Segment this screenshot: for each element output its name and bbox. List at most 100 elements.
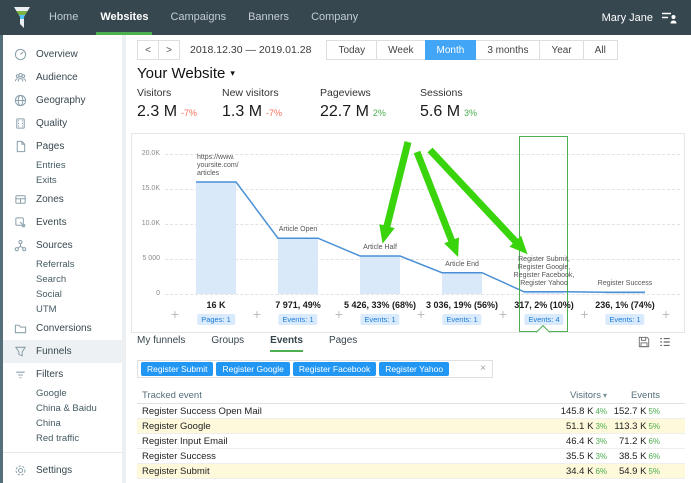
stage-badge[interactable]: Pages: 1 (197, 314, 235, 325)
top-navbar: Home Websites Campaigns Banners Company … (0, 0, 691, 35)
y-axis-tick: 5 000 (132, 255, 160, 262)
sidebar-label: Audience (36, 72, 78, 83)
events-delta: 5% (648, 422, 660, 431)
date-range[interactable]: 2018.12.30 — 2019.01.28 (190, 44, 311, 56)
sidebar-item-filters[interactable]: Filters (3, 363, 122, 386)
sidebar-item-pages[interactable]: Pages (3, 135, 122, 158)
range-week-button[interactable]: Week (376, 40, 425, 60)
filter-chip-register-submit[interactable]: Register Submit (141, 362, 213, 376)
funnel-bar-1[interactable] (196, 182, 236, 294)
sidebar-item-conversions[interactable]: Conversions (3, 317, 122, 340)
audience-icon (14, 71, 27, 84)
site-selector[interactable]: Your Website▾ (137, 65, 235, 82)
main-nav: Home Websites Campaigns Banners Company (38, 0, 369, 35)
save-funnel-icon[interactable] (638, 336, 650, 348)
nav-banners[interactable]: Banners (237, 0, 300, 35)
gridline (165, 189, 680, 190)
nav-home[interactable]: Home (38, 0, 89, 35)
stage-badge[interactable]: Events: 1 (605, 314, 644, 325)
tab-my-funnels[interactable]: My funnels (137, 335, 185, 352)
user-name[interactable]: Mary Jane (602, 12, 653, 24)
events-delta: 6% (648, 452, 660, 461)
add-stage-button[interactable]: + (171, 306, 179, 322)
metric-delta: -7% (181, 108, 197, 118)
add-stage-button[interactable]: + (417, 306, 425, 322)
metric-visitors: Visitors 2.3 M-7% (137, 87, 222, 121)
funnel-bar-6[interactable] (605, 292, 645, 294)
visitors-value: 145.8 K (561, 406, 594, 417)
funnel-bar-2[interactable] (278, 238, 318, 294)
tab-groups[interactable]: Groups (211, 335, 244, 352)
sidebar-label: Funnels (36, 346, 72, 357)
range-today-button[interactable]: Today (326, 40, 377, 60)
sidebar-item-settings[interactable]: Settings (3, 459, 122, 482)
filter-chip-register-yahoo[interactable]: Register Yahoo (379, 362, 449, 376)
sidebar-item-quality[interactable]: Quality (3, 112, 122, 135)
sidebar-subitem-china[interactable]: China (3, 416, 122, 431)
nav-websites[interactable]: Websites (89, 0, 159, 35)
prev-period-button[interactable]: < (137, 40, 159, 60)
event-filter-input[interactable]: Register Submit Register Google Register… (137, 360, 493, 378)
visitors-delta: 6% (595, 467, 607, 476)
sidebar-subitem-entries[interactable]: Entries (3, 158, 122, 173)
nav-company[interactable]: Company (300, 0, 369, 35)
sidebar-item-events[interactable]: Events (3, 211, 122, 234)
nav-campaigns[interactable]: Campaigns (159, 0, 237, 35)
stage-value: 3 036, 19% (56%) (426, 300, 498, 310)
sidebar-subitem-china-baidu[interactable]: China & Baidu (3, 401, 122, 416)
main-content: < > 2018.12.30 — 2019.01.28 Today Week M… (130, 35, 691, 483)
sidebar-item-funnels[interactable]: Funnels (3, 340, 122, 363)
account-menu-icon[interactable] (661, 11, 677, 25)
filter-chip-register-facebook[interactable]: Register Facebook (293, 362, 376, 376)
filter-chip-register-google[interactable]: Register Google (216, 362, 289, 376)
sidebar-subitem-utm[interactable]: UTM (3, 302, 122, 317)
sidebar-item-geography[interactable]: Geography (3, 89, 122, 112)
brand-logo-icon[interactable] (12, 6, 32, 30)
add-stage-button[interactable]: + (335, 306, 343, 322)
col-visitors-sort[interactable]: Visitors▾ (497, 390, 607, 401)
sidebar-subitem-red-traffic[interactable]: Red traffic (3, 431, 122, 446)
sidebar-subitem-social[interactable]: Social (3, 287, 122, 302)
stage-badge[interactable]: Events: 1 (278, 314, 317, 325)
sidebar-subitem-referrals[interactable]: Referrals (3, 257, 122, 272)
sidebar-item-zones[interactable]: Zones (3, 188, 122, 211)
sidebar-subitem-search[interactable]: Search (3, 272, 122, 287)
funnel-bar-5[interactable] (524, 292, 564, 294)
table-header: Tracked event Visitors▾ Events (137, 387, 685, 404)
tab-pages[interactable]: Pages (329, 335, 357, 352)
stage-annotation: Register Success (579, 280, 671, 288)
range-all-button[interactable]: All (583, 40, 618, 60)
list-view-icon[interactable] (659, 336, 671, 348)
table-row[interactable]: Register Success 35.5 K3% 38.5 K6% (137, 449, 685, 464)
clear-filters-icon[interactable]: × (480, 364, 486, 374)
stage-badge[interactable]: Events: 1 (442, 314, 481, 325)
next-period-button[interactable]: > (158, 40, 180, 60)
event-name: Register Submit (137, 466, 497, 477)
add-stage-button[interactable]: + (499, 306, 507, 322)
table-row[interactable]: Register Input Email 46.4 K3% 71.2 K6% (137, 434, 685, 449)
table-row[interactable]: Register Success Open Mail 145.8 K4% 152… (137, 404, 685, 419)
sources-icon (14, 239, 27, 252)
table-row[interactable]: Register Submit 34.4 K6% 54.9 K5% (137, 464, 685, 479)
funnel-bar-4[interactable] (442, 273, 482, 294)
event-name: Register Google (137, 421, 497, 432)
sidebar-item-overview[interactable]: Overview (3, 43, 122, 66)
range-month-button[interactable]: Month (425, 40, 477, 60)
add-stage-button[interactable]: + (662, 306, 670, 322)
range-3months-button[interactable]: 3 months (475, 40, 540, 60)
sidebar-subitem-exits[interactable]: Exits (3, 173, 122, 188)
table-row[interactable]: Register Google 51.1 K3% 113.3 K5% (137, 419, 685, 434)
sidebar-item-sources[interactable]: Sources (3, 234, 122, 257)
add-stage-button[interactable]: + (253, 306, 261, 322)
add-stage-button[interactable]: + (580, 306, 588, 322)
tab-events[interactable]: Events (270, 335, 303, 352)
stage-badge[interactable]: Events: 1 (360, 314, 399, 325)
sidebar-item-audience[interactable]: Audience (3, 66, 122, 89)
stage-badge[interactable]: Events: 4 (524, 314, 563, 325)
funnel-bar-3[interactable] (360, 256, 400, 294)
event-name: Register Input Email (137, 436, 497, 447)
range-year-button[interactable]: Year (539, 40, 583, 60)
col-events[interactable]: Events (607, 390, 685, 401)
sidebar-subitem-google[interactable]: Google (3, 386, 122, 401)
gridline (165, 224, 680, 225)
